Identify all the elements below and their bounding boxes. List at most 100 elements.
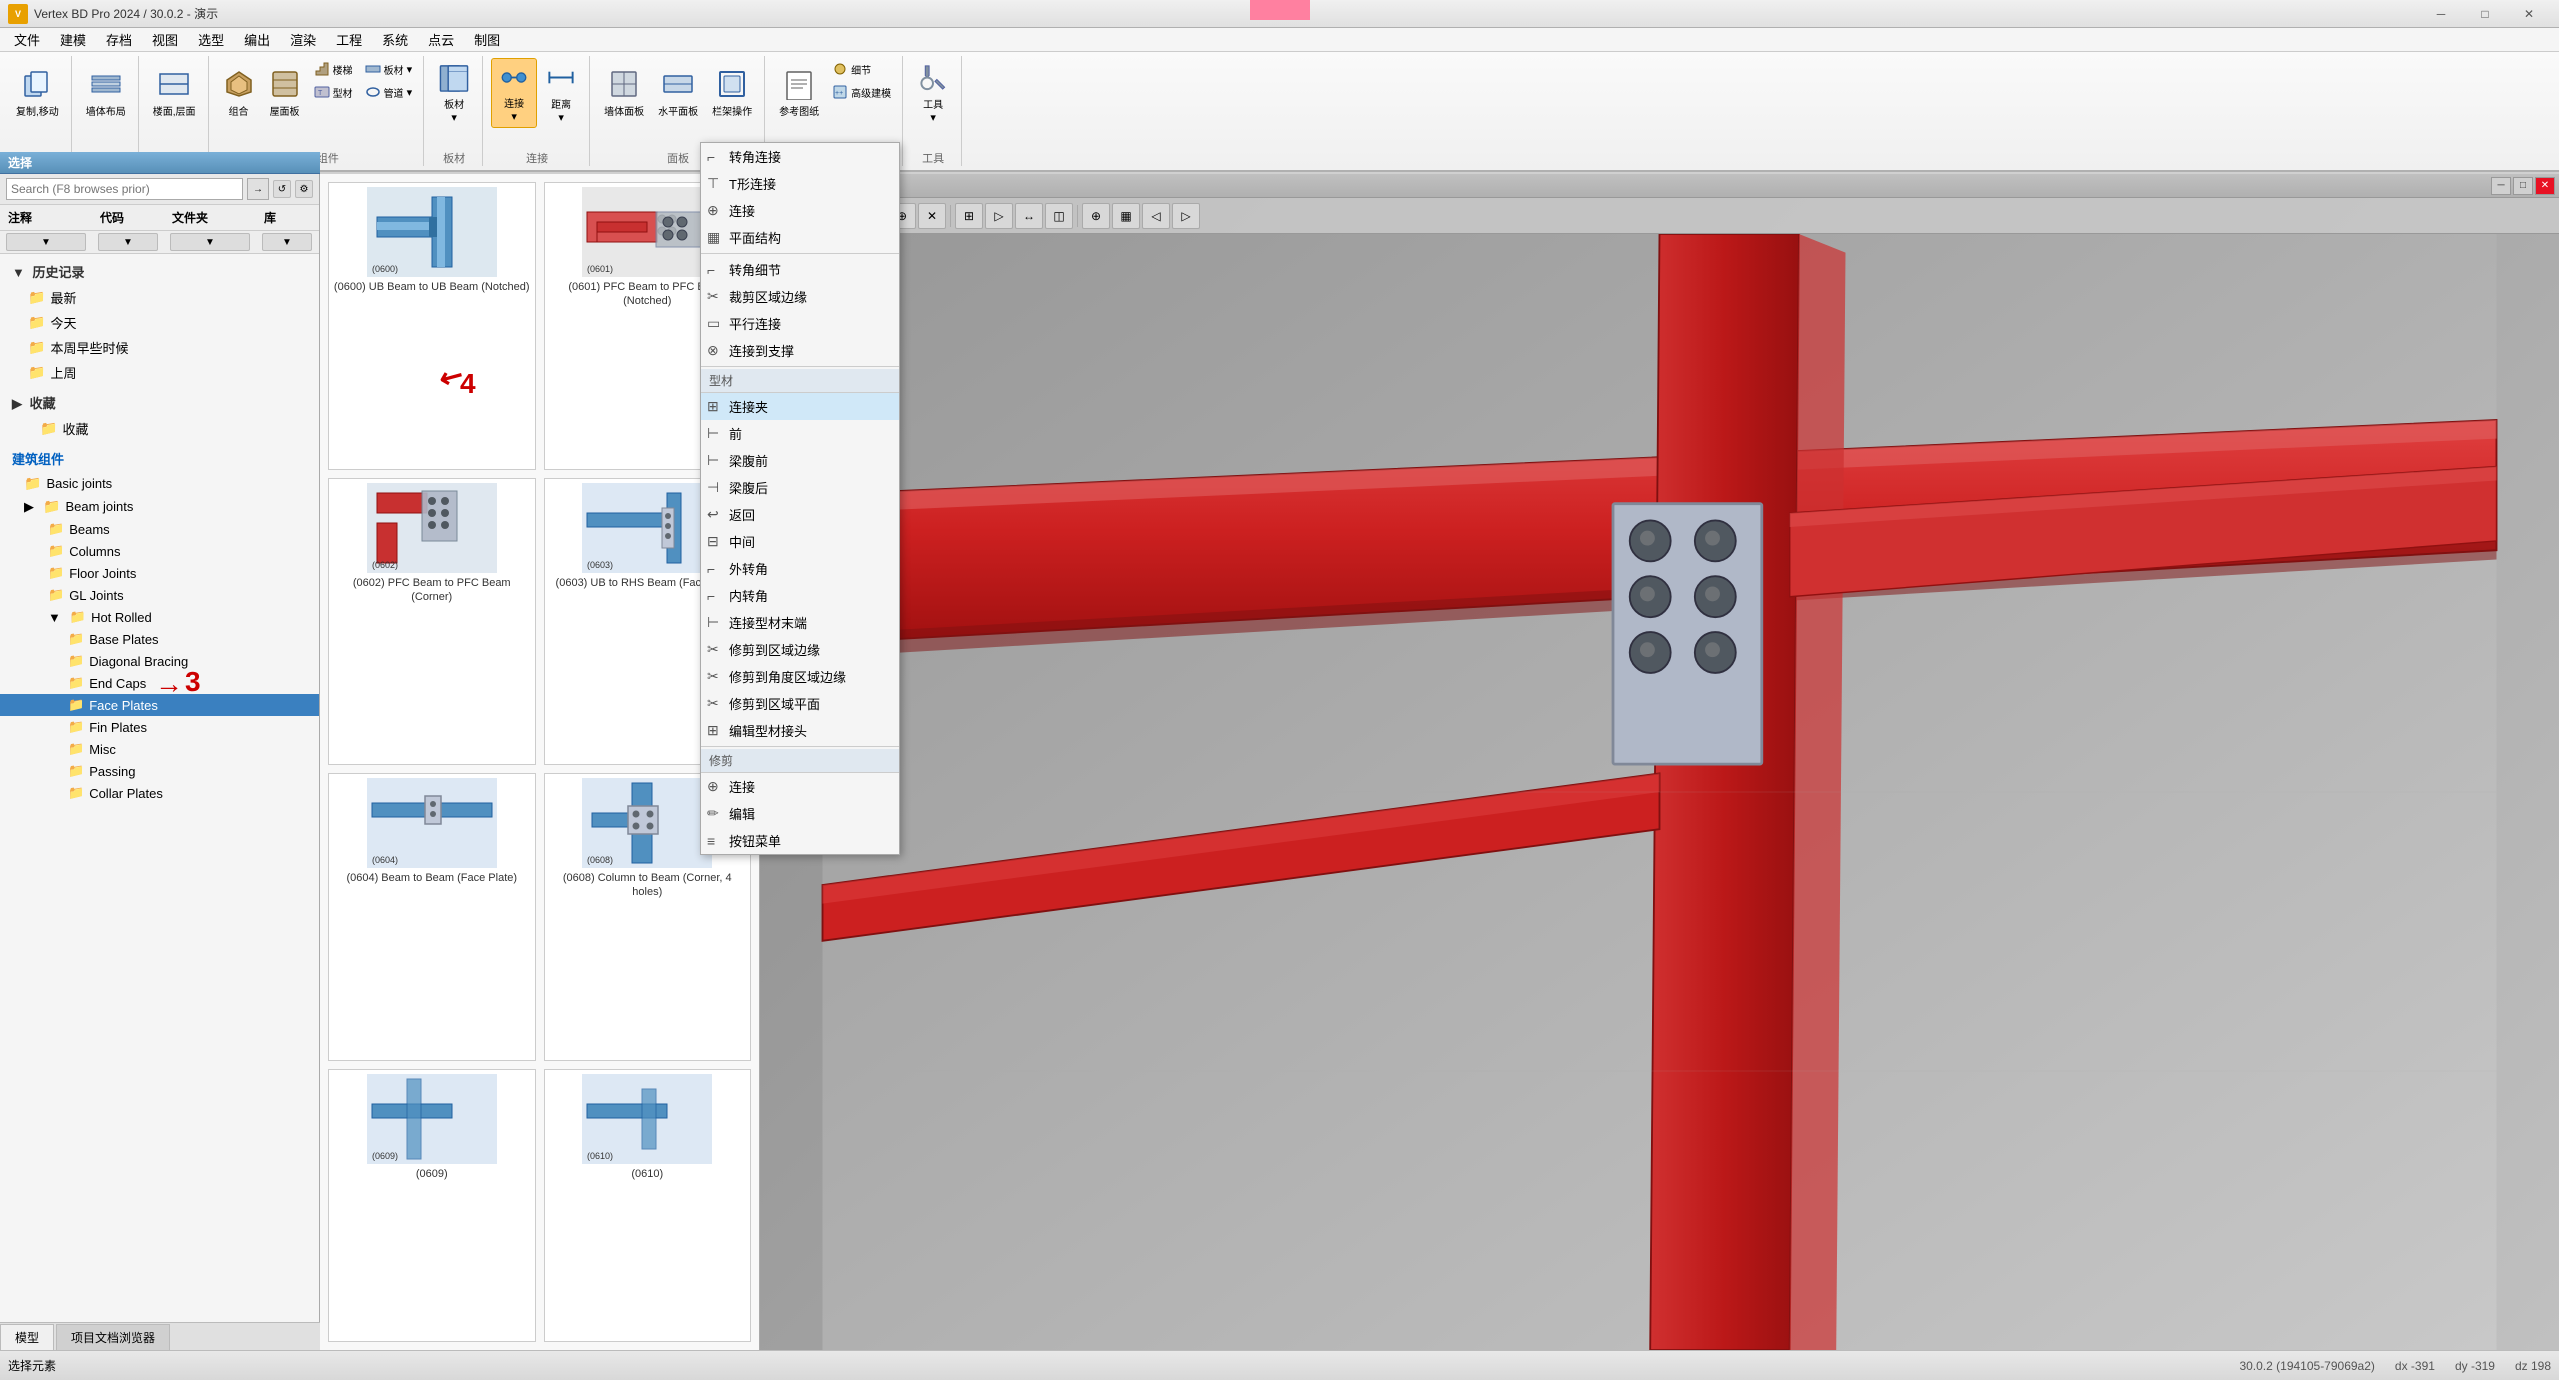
dd-item-beam-front[interactable]: ⊢ 梁腹前 <box>701 447 899 474</box>
ribbon-btn-shutter[interactable]: 屋面板 <box>263 58 307 128</box>
history-title[interactable]: ▼ 历史记录 <box>0 258 319 285</box>
filter-lib[interactable]: ▼ <box>262 233 312 251</box>
tab-docs[interactable]: 项目文档浏览器 <box>56 1324 170 1350</box>
tree-subitem-hot-rolled[interactable]: ▼ 📁 Hot Rolled <box>0 606 319 628</box>
view3d-max-btn[interactable]: □ <box>2513 177 2533 195</box>
view-tb-copy2[interactable]: ⊕ <box>1082 203 1110 229</box>
menu-item-工程[interactable]: 工程 <box>326 28 372 52</box>
dd-item-front[interactable]: ⊢ 前 <box>701 420 899 447</box>
ribbon-btn-hz-panel[interactable]: 水平面板 <box>652 58 704 128</box>
menu-item-渲染[interactable]: 渲染 <box>280 28 326 52</box>
ribbon-btn-distance[interactable]: 距离▾ <box>539 58 583 128</box>
minimize-button[interactable]: ─ <box>2419 0 2463 28</box>
ribbon-btn-frame-ops[interactable]: 栏架操作 <box>706 58 758 128</box>
dd-item-trim-edge[interactable]: ✂ 裁剪区域边缘 <box>701 283 899 310</box>
favorites-title[interactable]: ▶ 收藏 <box>0 389 319 416</box>
dd-item-connect-to-support[interactable]: ⊗ 连接到支撑 <box>701 337 899 364</box>
view-tb-back[interactable]: ◁ <box>1142 203 1170 229</box>
menu-item-编出[interactable]: 编出 <box>234 28 280 52</box>
ribbon-btn-wall-face[interactable]: 墙体面板 <box>598 58 650 128</box>
thumb-0609[interactable]: (0609) (0609) <box>328 1069 536 1342</box>
menu-item-制图[interactable]: 制图 <box>464 28 510 52</box>
dd-item-middle[interactable]: ⊟ 中间 <box>701 528 899 555</box>
tree-item-basic-joints[interactable]: 📁 Basic joints <box>0 472 319 495</box>
view-tb-grid[interactable]: ⊞ <box>955 203 983 229</box>
history-item-latest[interactable]: 📁 最新 <box>0 285 319 310</box>
tree-subitem-collar-plates[interactable]: 📁 Collar Plates <box>0 782 319 804</box>
ribbon-btn-pipe[interactable]: 管道▾ <box>360 81 418 103</box>
tab-model[interactable]: 模型 <box>0 1324 54 1350</box>
tree-subitem-passing[interactable]: 📁 Passing <box>0 760 319 782</box>
dd-item-edit[interactable]: ✏ 编辑 <box>701 800 899 827</box>
filter-code[interactable]: ▼ <box>98 233 158 251</box>
ribbon-btn-connect[interactable]: 连接▾ <box>491 58 537 128</box>
ribbon-btn-panel-mat[interactable]: 板材▾ <box>432 58 476 128</box>
menu-item-存档[interactable]: 存档 <box>96 28 142 52</box>
menu-item-文件[interactable]: 文件 <box>4 28 50 52</box>
menu-item-建模[interactable]: 建模 <box>50 28 96 52</box>
tree-subitem-columns[interactable]: 📁 Columns <box>0 540 319 562</box>
dd-item-trim-zone[interactable]: ✂ 修剪到区域边缘 <box>701 636 899 663</box>
dd-item-t-connect[interactable]: ⊤ T形连接 <box>701 170 899 197</box>
dd-item-clamp[interactable]: ⊞ 连接夹 <box>701 393 899 420</box>
dd-item-btn-menu[interactable]: ≡ 按钮菜单 <box>701 827 899 854</box>
ribbon-btn-copy[interactable]: 复制,移动 <box>10 58 65 128</box>
thumb-0602[interactable]: (0602) (0602) PFC Beam to PFC Beam (Corn… <box>328 478 536 766</box>
history-item-lastweek[interactable]: 📁 上周 <box>0 360 319 385</box>
thumb-0610[interactable]: (0610) (0610) <box>544 1069 752 1342</box>
tree-subitem-diagonal[interactable]: 📁 Diagonal Bracing <box>0 650 319 672</box>
dd-item-parallel[interactable]: ▭ 平行连接 <box>701 310 899 337</box>
dd-item-beam-back[interactable]: ⊣ 梁腹后 <box>701 474 899 501</box>
search-button[interactable]: → <box>247 178 269 200</box>
dd-item-flat-struct[interactable]: ▦ 平面结构 <box>701 224 899 251</box>
history-item-today[interactable]: 📁 今天 <box>0 310 319 335</box>
menu-item-视图[interactable]: 视图 <box>142 28 188 52</box>
menu-item-系统[interactable]: 系统 <box>372 28 418 52</box>
tree-subitem-end-caps[interactable]: 📁 End Caps <box>0 672 319 694</box>
view-tb-x[interactable]: ✕ <box>918 203 946 229</box>
settings-icon[interactable]: ⚙ <box>295 180 313 198</box>
ribbon-btn-comp1[interactable]: 组合 <box>217 58 261 128</box>
building-parts-title[interactable]: 建筑组件 <box>0 445 319 472</box>
view-tb-layers[interactable]: ◫ <box>1045 203 1073 229</box>
tree-subitem-face-plates[interactable]: 📁 Face Plates <box>0 694 319 716</box>
dd-item-corner-connect[interactable]: ⌐ 转角连接 <box>701 143 899 170</box>
tree-subitem-gl-joints[interactable]: 📁 GL Joints <box>0 584 319 606</box>
dd-item-trim-plane[interactable]: ✂ 修剪到区域平面 <box>701 690 899 717</box>
dd-item-corner-detail[interactable]: ⌐ 转角细节 <box>701 256 899 283</box>
filter-notes[interactable]: ▼ <box>6 233 86 251</box>
dd-item-connect2[interactable]: ⊕ 连接 <box>701 773 899 800</box>
dd-item-inner-corner[interactable]: ⌐ 内转角 <box>701 582 899 609</box>
dd-item-outer-corner[interactable]: ⌐ 外转角 <box>701 555 899 582</box>
filter-folder[interactable]: ▼ <box>170 233 250 251</box>
ribbon-btn-type[interactable]: T 型材 <box>309 81 358 103</box>
ribbon-btn-adv-build[interactable]: ++ 高级建模 <box>827 81 896 103</box>
tree-subitem-fin-plates[interactable]: 📁 Fin Plates <box>0 716 319 738</box>
ribbon-btn-floor[interactable]: 楼面,层面 <box>147 58 202 128</box>
ribbon-btn-tools[interactable]: 工具▾ <box>911 58 955 128</box>
dd-item-edit-joint[interactable]: ⊞ 编辑型材接头 <box>701 717 899 744</box>
refresh-icon[interactable]: ↺ <box>273 180 291 198</box>
tree-subitem-misc[interactable]: 📁 Misc <box>0 738 319 760</box>
dd-item-return[interactable]: ↩ 返回 <box>701 501 899 528</box>
view-tb-arrows[interactable]: ↔ <box>1015 203 1043 229</box>
ribbon-btn-plate[interactable]: 板材▾ <box>360 58 418 80</box>
search-input[interactable] <box>6 178 243 200</box>
maximize-button[interactable]: □ <box>2463 0 2507 28</box>
ribbon-btn-wall[interactable]: 墙体布局 <box>80 58 132 128</box>
menu-item-点云[interactable]: 点云 <box>418 28 464 52</box>
thumb-0604[interactable]: (0604) (0604) Beam to Beam (Face Plate) <box>328 773 536 1061</box>
tree-subitem-floor-joints[interactable]: 📁 Floor Joints <box>0 562 319 584</box>
tree-item-beam-joints[interactable]: ▶ 📁 Beam joints <box>0 495 319 518</box>
view-tb-fwd[interactable]: ▷ <box>1172 203 1200 229</box>
ribbon-btn-node[interactable]: 细节 <box>827 58 896 80</box>
dd-item-connect-end[interactable]: ⊢ 连接型材末端 <box>701 609 899 636</box>
thumb-0600[interactable]: (0600) (0600) UB Beam to UB Beam (Notche… <box>328 182 536 470</box>
history-item-thisweek[interactable]: 📁 本周早些时候 <box>0 335 319 360</box>
tree-subitem-base-plates[interactable]: 📁 Base Plates <box>0 628 319 650</box>
view3d-min-btn[interactable]: ─ <box>2491 177 2511 195</box>
tree-subitem-beams[interactable]: 📁 Beams <box>0 518 319 540</box>
view-tb-hash[interactable]: ▦ <box>1112 203 1140 229</box>
menu-item-选型[interactable]: 选型 <box>188 28 234 52</box>
view-tb-play[interactable]: ▷ <box>985 203 1013 229</box>
